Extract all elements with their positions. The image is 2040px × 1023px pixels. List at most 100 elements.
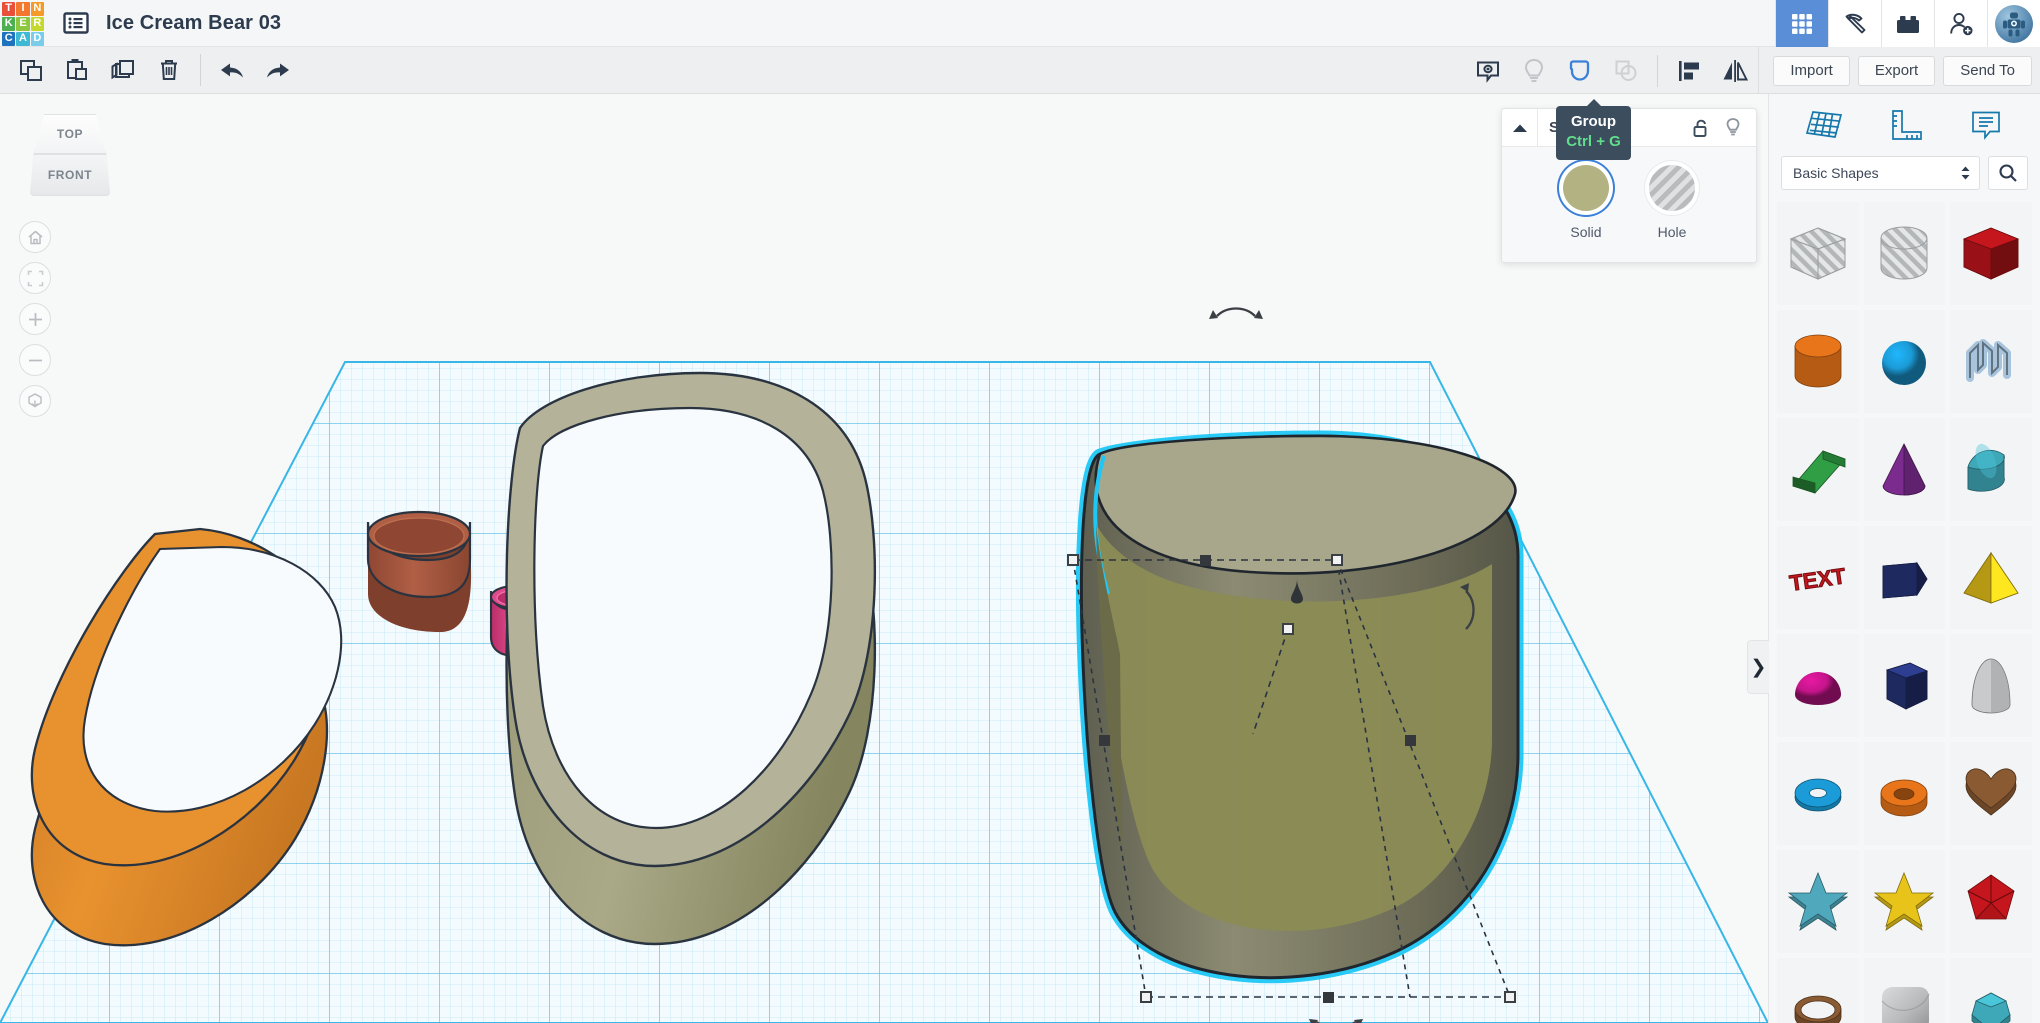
page-title[interactable]: Ice Cream Bear 03 [106,12,281,35]
chevron-updown-icon [1960,165,1971,181]
list-menu-icon[interactable] [62,9,90,37]
copy-button[interactable] [8,47,54,94]
logo-tile-n: N [31,2,44,16]
shape-scribble[interactable] [1950,310,2032,413]
shape-cone[interactable] [1864,418,1946,521]
note-button[interactable] [1465,47,1511,94]
shape-round-roof[interactable] [1950,418,2032,521]
zoom-in-button[interactable] [19,303,51,335]
avatar[interactable] [1987,0,2040,47]
toolbar-divider [200,54,201,86]
search-icon[interactable] [1988,156,2028,190]
learn-pickaxe-button[interactable] [1828,0,1881,47]
hole-option[interactable]: Hole [1649,165,1695,240]
shape-box-hole[interactable] [1777,202,1859,305]
shape-half-sphere[interactable] [1777,634,1859,737]
hole-swatch[interactable] [1649,165,1695,211]
zoom-out-button[interactable] [19,344,51,376]
undo-button[interactable] [209,47,255,94]
shape-wedge-roof[interactable] [1777,418,1859,521]
note-icon[interactable] [1958,101,2014,149]
view-cube[interactable]: TOP FRONT [24,114,116,200]
shape-hexagon-prism[interactable] [1864,634,1946,737]
logo-tile-r: R [31,17,44,31]
rotation-handle-top[interactable] [1209,309,1263,320]
toolbar-divider-3 [1758,47,1759,94]
logo-tile-t: T [2,2,15,16]
logo-tile-e: E [16,17,29,31]
shape-box[interactable] [1950,202,2032,305]
shape-cylinder[interactable] [1777,310,1859,413]
solid-label: Solid [1570,224,1601,240]
top-bar: TIN KER CAD Ice Cream Bear 03 [0,0,2040,47]
shape-paraboloid[interactable] [1950,634,2032,737]
panel-collapse-chevron[interactable]: ❯ [1747,640,1769,694]
top-bar-right-actions [1775,0,2040,47]
inspector-body: Solid Hole [1502,147,1756,262]
ruler-icon[interactable] [1877,101,1933,149]
logo-tile-c: C [2,32,15,46]
shape-category-select[interactable]: Basic Shapes [1781,156,1980,190]
shape-torus[interactable] [1777,742,1859,845]
align-button[interactable] [1666,47,1712,94]
ortho-perspective-button[interactable] [19,385,51,417]
toolbar-right-group: Import Export Send To [1465,47,2040,94]
shape-polygon-prism[interactable] [1864,526,1946,629]
shape-sphere[interactable] [1864,310,1946,413]
shapes-panel-tabs [1769,94,2040,156]
logo-tile-i: I [16,2,29,16]
delete-button[interactable] [146,47,192,94]
shape-cylinder-hole[interactable] [1864,202,1946,305]
shape-star-yellow[interactable] [1864,850,1946,953]
workplane-grid-icon[interactable] [1796,101,1852,149]
svg-text:TEXT: TEXT [1788,563,1848,596]
shape-rounded-cube[interactable] [1864,958,1946,1023]
shape-star-teal[interactable] [1777,850,1859,953]
group-tooltip: Group Ctrl + G [1556,106,1631,160]
export-button[interactable]: Export [1858,56,1935,86]
toolbar-divider-2 [1657,55,1658,87]
shapes-panel: ❯ Basic Shapes [1768,94,2040,1023]
selected-olive-capsule-tub[interactable] [1081,436,1518,978]
shape-pyramid[interactable] [1950,526,2032,629]
tooltip-title: Group [1566,113,1621,132]
logo-tile-d: D [31,32,44,46]
shape-heart[interactable] [1950,742,2032,845]
brown-cylinder[interactable] [368,512,471,632]
shape-faceted-gem[interactable] [1950,958,2032,1023]
gallery-grid-button[interactable] [1775,0,1828,47]
shape-tube[interactable] [1864,742,1946,845]
fit-view-button[interactable] [19,262,51,294]
logo-tile-a: A [16,32,29,46]
shape-gem-polyhedron[interactable] [1950,850,2032,953]
duplicate-button[interactable] [100,47,146,94]
invite-user-button[interactable] [1934,0,1987,47]
unlock-icon[interactable] [1686,109,1716,147]
blocks-brick-button[interactable] [1881,0,1934,47]
home-view-button[interactable] [19,221,51,253]
import-button[interactable]: Import [1773,56,1850,86]
lightbulb-icon[interactable] [1718,109,1748,147]
light-button[interactable] [1511,47,1557,94]
paste-button[interactable] [54,47,100,94]
group-button[interactable] [1557,47,1603,94]
shapes-grid: TEXT [1769,202,2040,1023]
ungroup-button[interactable] [1603,47,1649,94]
view-cube-front-face[interactable]: FRONT [30,154,110,196]
main-toolbar: Import Export Send To [0,47,2040,94]
shape-ring[interactable] [1777,958,1859,1023]
hole-label: Hole [1658,224,1687,240]
redo-button[interactable] [255,47,301,94]
tinkercad-app: TIN KER CAD Ice Cream Bear 03 [0,0,2040,1023]
triangle-up-icon[interactable] [1502,109,1538,147]
mirror-button[interactable] [1712,47,1758,94]
solid-option[interactable]: Solid [1563,165,1609,240]
inspector-header-icons [1686,109,1756,147]
tinkercad-logo[interactable]: TIN KER CAD [0,0,46,47]
logo-tile-k: K [2,17,15,31]
view-cube-top-face[interactable]: TOP [34,114,106,154]
tooltip-shortcut: Ctrl + G [1566,132,1621,152]
solid-swatch[interactable] [1563,165,1609,211]
shape-text[interactable]: TEXT [1777,526,1859,629]
send-to-button[interactable]: Send To [1943,56,2032,86]
